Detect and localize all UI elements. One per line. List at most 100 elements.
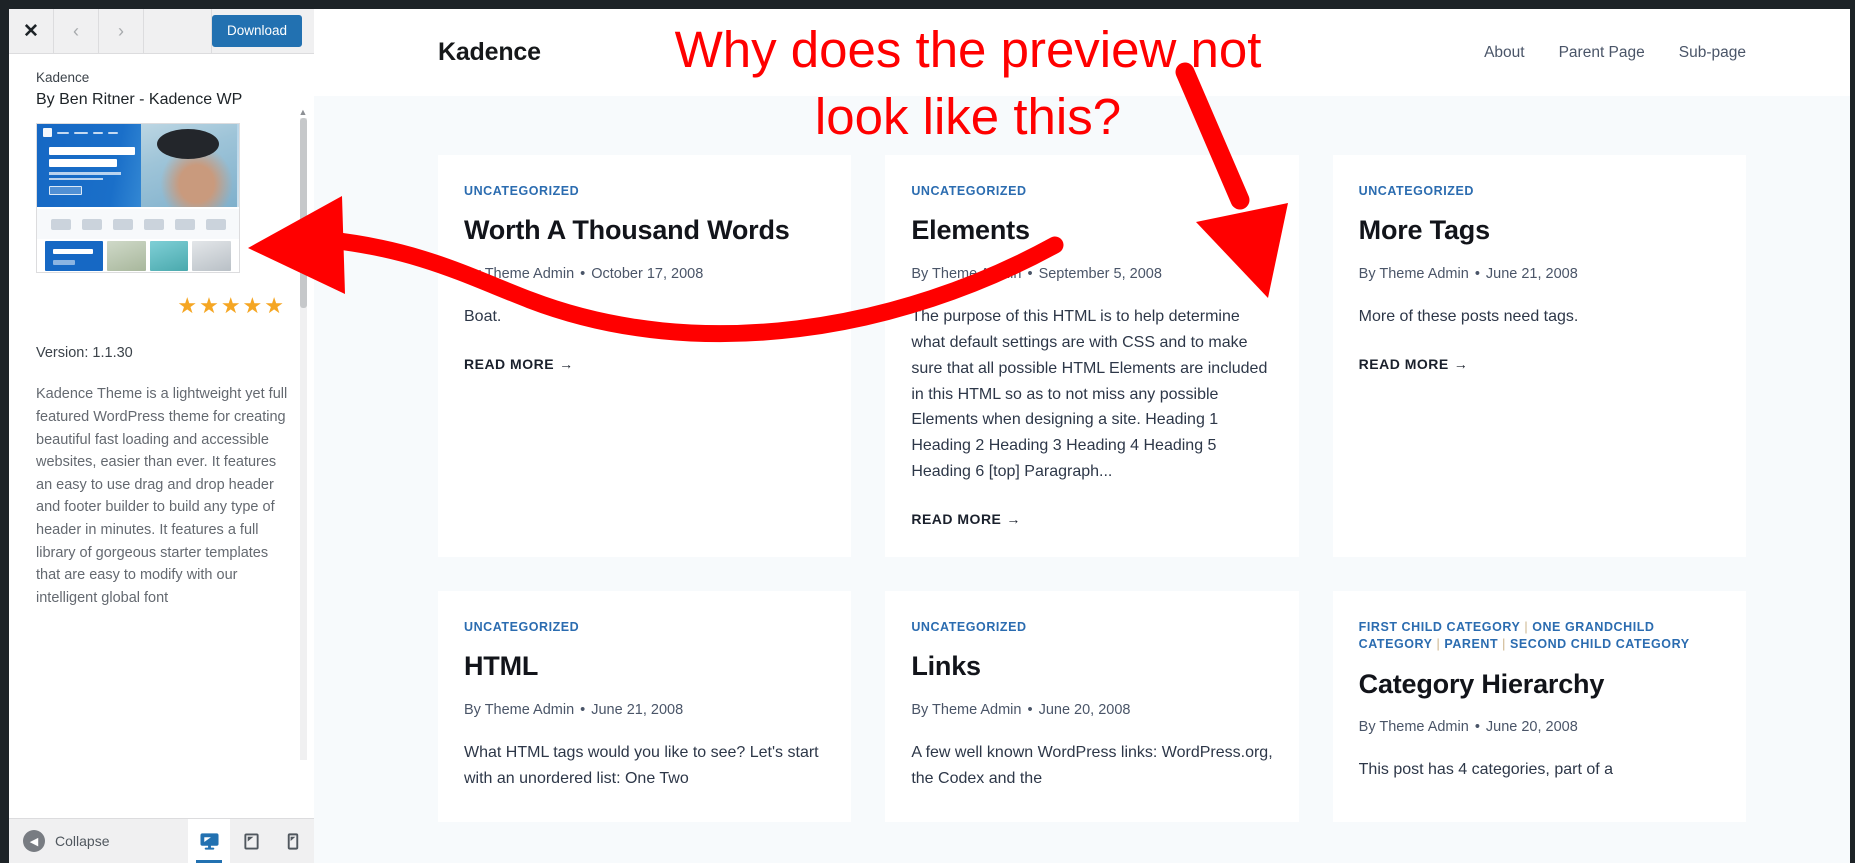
post-date: October 17, 2008 bbox=[591, 265, 704, 282]
mobile-icon[interactable] bbox=[272, 819, 314, 863]
chevron-left-icon[interactable]: ‹ bbox=[54, 9, 99, 53]
post-card[interactable]: UNCATEGORIZED HTML By Theme Admin • June 2… bbox=[438, 591, 852, 822]
meta-separator: • bbox=[1474, 719, 1480, 736]
screenshot-brand-logo bbox=[81, 218, 102, 230]
post-title[interactable]: More Tags bbox=[1359, 213, 1720, 248]
site-header: Kadence About Parent Page Sub-page bbox=[314, 9, 1850, 96]
tablet-icon[interactable] bbox=[230, 819, 272, 863]
post-date: June 20, 2008 bbox=[1038, 701, 1131, 718]
download-button[interactable]: Download bbox=[211, 15, 302, 47]
nav-item-sub-page[interactable]: Sub-page bbox=[1679, 44, 1746, 62]
post-author: By Theme Admin bbox=[464, 701, 575, 718]
post-title[interactable]: Worth A Thousand Words bbox=[464, 213, 825, 248]
panel-scrollbar[interactable]: ▲ bbox=[297, 106, 309, 760]
post-title[interactable]: Category Hierarchy bbox=[1359, 667, 1720, 702]
window-chrome-right bbox=[1850, 0, 1855, 863]
post-excerpt: This post has 4 categories, part of a bbox=[1358, 761, 1614, 779]
post-excerpt: Boat. bbox=[464, 307, 502, 325]
post-title[interactable]: HTML bbox=[464, 649, 825, 684]
post-meta: By Theme Admin • June 21, 2008 bbox=[1359, 266, 1720, 282]
customizer-footer: ◀ Collapse bbox=[9, 818, 314, 863]
nav-item-parent-page[interactable]: Parent Page bbox=[1559, 44, 1645, 62]
screenshot-product-tile bbox=[192, 241, 232, 272]
post-category[interactable]: FIRST CHILD CATEGORY | ONE GRANDCHILD CA… bbox=[1359, 619, 1720, 654]
chevron-right-icon[interactable]: › bbox=[99, 9, 144, 53]
post-excerpt: The purpose of this HTML is to help dete… bbox=[911, 307, 1268, 481]
theme-details-body: Kadence By Ben Ritner - Kadence WP ★★★★★… bbox=[9, 54, 314, 818]
screenshot-nav-item bbox=[93, 131, 103, 134]
collapse-button[interactable]: ◀ Collapse bbox=[9, 819, 123, 863]
post-author: By Theme Admin bbox=[911, 701, 1022, 718]
meta-separator: • bbox=[1027, 265, 1033, 282]
screenshot-logo-row bbox=[37, 209, 239, 240]
post-card[interactable]: FIRST CHILD CATEGORY | ONE GRANDCHILD CA… bbox=[1332, 591, 1746, 822]
read-more-link[interactable]: READ MORE → bbox=[911, 511, 1272, 527]
site-preview-frame: Kadence About Parent Page Sub-page UNCAT… bbox=[314, 9, 1850, 863]
screenshot-brand-logo bbox=[50, 218, 71, 230]
theme-version: Version: 1.1.30 bbox=[36, 345, 133, 362]
window-chrome-left bbox=[0, 0, 9, 863]
theme-name: Kadence bbox=[36, 70, 90, 85]
post-title[interactable]: Links bbox=[911, 649, 1272, 684]
screenshot-brand-logo bbox=[143, 218, 164, 230]
post-card[interactable]: UNCATEGORIZED More Tags By Theme Admin • J… bbox=[1332, 155, 1746, 558]
post-card[interactable]: UNCATEGORIZED Links By Theme Admin • June … bbox=[885, 591, 1299, 822]
screenshot-brand-logo bbox=[205, 218, 226, 230]
chevron-left-circle-icon: ◀ bbox=[23, 830, 45, 852]
screenshot-product-tile bbox=[107, 241, 146, 272]
posts-grid: UNCATEGORIZED Worth A Thousand Words By … bbox=[314, 96, 1850, 822]
customizer-panel: ✕ ‹ › Download Kadence By Ben Ritner - K… bbox=[9, 9, 314, 863]
customizer-header: ✕ ‹ › Download bbox=[9, 9, 314, 54]
screenshot-nav-item bbox=[74, 131, 88, 134]
theme-description: Kadence Theme is a lightweight yet full … bbox=[36, 386, 288, 606]
post-meta: By Theme Admin • June 20, 2008 bbox=[911, 702, 1272, 718]
theme-author: By Ben Ritner - Kadence WP bbox=[36, 91, 243, 109]
screenshot-hat bbox=[157, 129, 219, 160]
close-icon[interactable]: ✕ bbox=[9, 9, 54, 53]
post-date: September 5, 2008 bbox=[1038, 265, 1162, 282]
post-excerpt: More of these posts need tags. bbox=[1358, 307, 1579, 325]
post-meta: By Theme Admin • June 21, 2008 bbox=[464, 702, 825, 718]
post-meta: By Theme Admin • June 20, 2008 bbox=[1359, 719, 1720, 735]
screenshot-brand-logo bbox=[174, 218, 195, 230]
read-more-link[interactable]: READ MORE → bbox=[1359, 356, 1720, 372]
post-category[interactable]: UNCATEGORIZED bbox=[464, 183, 825, 200]
post-category[interactable]: UNCATEGORIZED bbox=[464, 619, 825, 636]
site-logo[interactable]: Kadence bbox=[438, 38, 541, 67]
meta-separator: • bbox=[580, 265, 586, 282]
post-meta: By Theme Admin • September 5, 2008 bbox=[911, 266, 1272, 282]
post-author: By Theme Admin bbox=[1358, 265, 1469, 282]
post-date: June 21, 2008 bbox=[591, 701, 684, 718]
scroll-up-icon[interactable]: ▲ bbox=[297, 106, 309, 118]
arrow-right-icon: → bbox=[559, 355, 574, 372]
post-category[interactable]: UNCATEGORIZED bbox=[1359, 183, 1720, 200]
post-card[interactable]: UNCATEGORIZED Elements By Theme Admin • Se… bbox=[885, 155, 1299, 558]
post-category[interactable]: UNCATEGORIZED bbox=[911, 619, 1272, 636]
meta-separator: • bbox=[1027, 701, 1033, 718]
post-title[interactable]: Elements bbox=[911, 213, 1272, 248]
desktop-icon[interactable] bbox=[188, 819, 230, 863]
nav-item-about[interactable]: About bbox=[1484, 44, 1525, 62]
meta-separator: • bbox=[1474, 265, 1480, 282]
screenshot-product-grid bbox=[45, 241, 232, 272]
post-excerpt: A few well known WordPress links: WordPr… bbox=[911, 743, 1273, 787]
screenshot-brand-logo bbox=[112, 218, 133, 230]
read-more-label: READ MORE bbox=[464, 355, 555, 372]
post-author: By Theme Admin bbox=[464, 265, 575, 282]
post-category[interactable]: UNCATEGORIZED bbox=[911, 183, 1272, 200]
screenshot-logo-icon bbox=[43, 128, 52, 138]
scrollbar-thumb[interactable] bbox=[300, 118, 307, 308]
screenshot-root: ✕ ‹ › Download Kadence By Ben Ritner - K… bbox=[0, 0, 1855, 863]
screenshot-promo-tile bbox=[45, 241, 103, 272]
screenshot-hero bbox=[37, 124, 239, 208]
theme-screenshot-thumbnail[interactable] bbox=[36, 123, 240, 274]
post-card[interactable]: UNCATEGORIZED Worth A Thousand Words By … bbox=[438, 155, 852, 558]
site-navigation: About Parent Page Sub-page bbox=[1484, 44, 1746, 62]
arrow-right-icon: → bbox=[1006, 511, 1021, 528]
read-more-link[interactable]: READ MORE → bbox=[464, 356, 825, 372]
screenshot-product-tile bbox=[149, 241, 189, 272]
read-more-label: READ MORE bbox=[911, 511, 1002, 528]
theme-rating-stars: ★★★★★ bbox=[177, 293, 286, 319]
device-preview-group bbox=[188, 819, 314, 863]
post-meta: By Theme Admin • October 17, 2008 bbox=[464, 266, 825, 282]
